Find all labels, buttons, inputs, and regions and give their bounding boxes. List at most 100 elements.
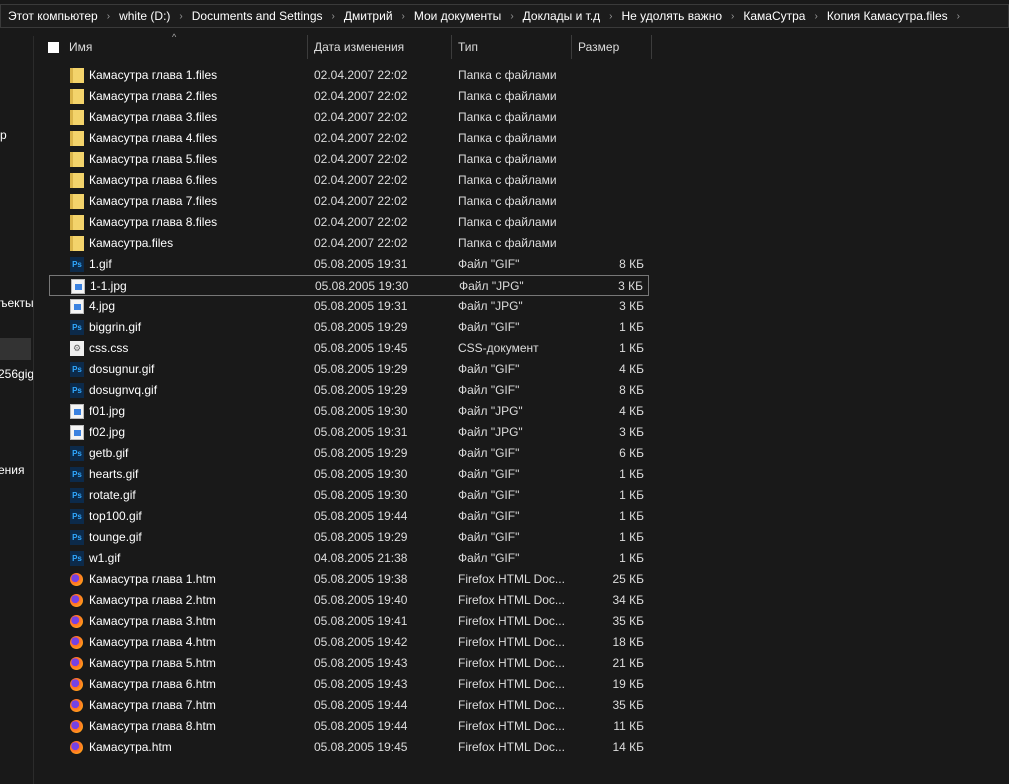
select-all-checkbox[interactable] [48,42,59,53]
navigation-pane[interactable]: р ъекты 256gig ения [0,36,34,784]
breadcrumb-item[interactable]: Этот компьютер [8,9,98,23]
file-row[interactable]: Камасутра глава 1.htm 05.08.2005 19:38 F… [49,569,649,590]
file-row[interactable]: Ps getb.gif 05.08.2005 19:29 Файл "GIF" … [49,443,649,464]
chevron-right-icon[interactable]: › [731,11,734,22]
file-type: Firefox HTML Doc... [458,719,565,733]
file-row[interactable]: Ps dosugnur.gif 05.08.2005 19:29 Файл "G… [49,359,649,380]
column-date[interactable]: Дата изменения [308,35,452,59]
file-row[interactable]: Камасутра.htm 05.08.2005 19:45 Firefox H… [49,737,649,758]
file-date: 05.08.2005 19:38 [314,572,408,586]
file-row[interactable]: Ps top100.gif 05.08.2005 19:44 Файл "GIF… [49,506,649,527]
photoshop-file-icon: Ps [70,320,84,335]
folder-icon [70,89,84,104]
chevron-right-icon[interactable]: › [107,11,110,22]
file-name: Камасутра глава 7.files [89,194,218,208]
file-name: w1.gif [89,551,121,565]
file-row[interactable]: Камасутра глава 2.files 02.04.2007 22:02… [49,86,649,107]
file-type: Файл "GIF" [458,362,520,376]
file-row[interactable]: Камасутра глава 7.files 02.04.2007 22:02… [49,191,649,212]
file-row[interactable]: Камасутра глава 4.htm 05.08.2005 19:42 F… [49,632,649,653]
breadcrumb-item[interactable]: Копия Камасутра.files [827,9,948,23]
file-size: 1 КБ [619,530,644,544]
file-row[interactable]: 1-1.jpg 05.08.2005 19:30 Файл "JPG" 3 КБ [49,275,649,296]
chevron-right-icon[interactable]: › [332,11,335,22]
chevron-right-icon[interactable]: › [510,11,513,22]
file-type: Файл "GIF" [458,530,520,544]
file-row[interactable]: Ps 1.gif 05.08.2005 19:31 Файл "GIF" 8 К… [49,254,649,275]
chevron-right-icon[interactable]: › [402,11,405,22]
nav-item-selected[interactable] [0,338,31,360]
breadcrumb-item[interactable]: КамаСутра [743,9,805,23]
nav-item[interactable]: ъекты [0,296,33,310]
file-row[interactable]: Камасутра глава 2.htm 05.08.2005 19:40 F… [49,590,649,611]
file-row[interactable]: Ps hearts.gif 05.08.2005 19:30 Файл "GIF… [49,464,649,485]
breadcrumb-item[interactable]: Documents and Settings [192,9,323,23]
file-row[interactable]: Камасутра глава 5.files 02.04.2007 22:02… [49,149,649,170]
file-row[interactable]: Ps w1.gif 04.08.2005 21:38 Файл "GIF" 1 … [49,548,649,569]
file-row[interactable]: ⚙ css.css 05.08.2005 19:45 CSS-документ … [49,338,649,359]
file-size: 19 КБ [612,677,644,691]
file-type: Файл "GIF" [458,257,520,271]
chevron-right-icon[interactable]: › [957,11,960,22]
breadcrumb[interactable]: Этот компьютер › white (D:) › Documents and … [0,4,1009,28]
file-name: Камасутра глава 8.files [89,215,218,229]
file-date: 02.04.2007 22:02 [314,194,408,208]
file-row[interactable]: Камасутра глава 3.htm 05.08.2005 19:41 F… [49,611,649,632]
file-date: 05.08.2005 19:29 [314,320,408,334]
file-size: 6 КБ [619,446,644,460]
column-name[interactable]: Имя [64,35,308,59]
file-row[interactable]: Камасутра глава 4.files 02.04.2007 22:02… [49,128,649,149]
file-row[interactable]: Камасутра глава 7.htm 05.08.2005 19:44 F… [49,695,649,716]
file-row[interactable]: Ps biggrin.gif 05.08.2005 19:29 Файл "GI… [49,317,649,338]
column-type[interactable]: Тип [452,35,572,59]
breadcrumb-item[interactable]: Не удолять важно [622,9,723,23]
file-date: 05.08.2005 19:40 [314,593,408,607]
chevron-right-icon[interactable]: › [179,11,182,22]
file-row[interactable]: Ps dosugnvq.gif 05.08.2005 19:29 Файл "G… [49,380,649,401]
nav-item[interactable]: ения [0,463,25,477]
chevron-right-icon[interactable]: › [609,11,612,22]
folder-icon [70,215,84,230]
file-row[interactable]: Камасутра глава 8.files 02.04.2007 22:02… [49,212,649,233]
photoshop-file-icon: Ps [70,257,84,272]
breadcrumb-item[interactable]: Мои документы [414,9,501,23]
file-row[interactable]: Камасутра.files 02.04.2007 22:02 Папка с… [49,233,649,254]
file-row[interactable]: Ps rotate.gif 05.08.2005 19:30 Файл "GIF… [49,485,649,506]
breadcrumb-item[interactable]: white (D:) [119,9,170,23]
nav-item[interactable]: 256gig [0,367,33,381]
file-date: 05.08.2005 19:31 [314,299,408,313]
file-type: Файл "GIF" [458,467,520,481]
file-date: 02.04.2007 22:02 [314,68,408,82]
file-row[interactable]: Камасутра глава 3.files 02.04.2007 22:02… [49,107,649,128]
firefox-html-icon [70,636,83,649]
file-name: Камасутра глава 4.htm [89,635,216,649]
file-size: 4 КБ [619,362,644,376]
file-row[interactable]: Камасутра глава 6.files 02.04.2007 22:02… [49,170,649,191]
file-name: f01.jpg [89,404,126,418]
file-name: getb.gif [89,446,129,460]
file-name: Камасутра глава 5.htm [89,656,216,670]
file-row[interactable]: Камасутра глава 1.files 02.04.2007 22:02… [49,65,649,86]
file-row[interactable]: Ps tounge.gif 05.08.2005 19:29 Файл "GIF… [49,527,649,548]
file-name: 4.jpg [89,299,116,313]
chevron-right-icon[interactable]: › [814,11,817,22]
file-row[interactable]: Камасутра глава 5.htm 05.08.2005 19:43 F… [49,653,649,674]
file-type: Папка с файлами [458,89,557,103]
file-type: Папка с файлами [458,194,557,208]
file-row[interactable]: f01.jpg 05.08.2005 19:30 Файл "JPG" 4 КБ [49,401,649,422]
file-type: Firefox HTML Doc... [458,698,565,712]
nav-item[interactable]: р [0,128,7,142]
file-row[interactable]: Камасутра глава 8.htm 05.08.2005 19:44 F… [49,716,649,737]
breadcrumb-item[interactable]: Доклады и т.д [523,9,601,23]
file-row[interactable]: f02.jpg 05.08.2005 19:31 Файл "JPG" 3 КБ [49,422,649,443]
file-name: Камасутра глава 3.htm [89,614,216,628]
file-row[interactable]: 4.jpg 05.08.2005 19:31 Файл "JPG" 3 КБ [49,296,649,317]
breadcrumb-item[interactable]: Дмитрий [344,9,393,23]
photoshop-file-icon: Ps [70,446,84,461]
file-date: 05.08.2005 19:31 [314,425,408,439]
file-name: rotate.gif [89,488,136,502]
column-size[interactable]: Размер [572,35,652,59]
file-size: 4 КБ [619,404,644,418]
file-size: 3 КБ [619,299,644,313]
file-row[interactable]: Камасутра глава 6.htm 05.08.2005 19:43 F… [49,674,649,695]
